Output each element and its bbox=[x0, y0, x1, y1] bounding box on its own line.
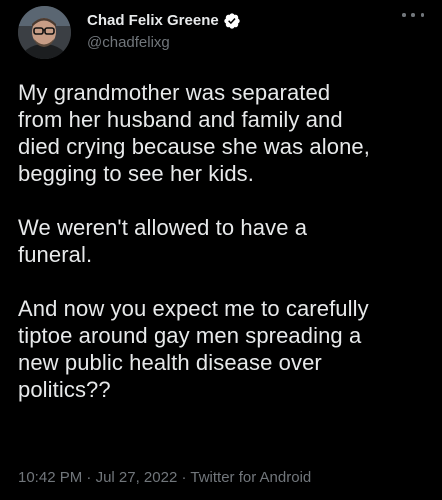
tweet: Chad Felix Greene @chadfelixg My grandmo… bbox=[0, 0, 442, 500]
avatar-image bbox=[18, 6, 71, 59]
tweet-paragraph-3: And now you expect me to carefully tipto… bbox=[18, 296, 369, 402]
tweet-text: My grandmother was separated from her hu… bbox=[18, 79, 428, 430]
tweet-date[interactable]: Jul 27, 2022 bbox=[96, 469, 178, 486]
tweet-source[interactable]: Twitter for Android bbox=[190, 469, 311, 486]
meta-separator-1: · bbox=[82, 469, 96, 486]
tweet-metadata: 10:42 PM · Jul 27, 2022 · Twitter for An… bbox=[18, 468, 311, 488]
display-name[interactable]: Chad Felix Greene bbox=[87, 11, 219, 31]
tweet-time[interactable]: 10:42 PM bbox=[18, 469, 82, 486]
tweet-paragraph-2: We weren't allowed to have a funeral. bbox=[18, 215, 308, 267]
verified-badge-icon bbox=[223, 12, 241, 30]
user-handle[interactable]: @chadfelixg bbox=[87, 33, 241, 53]
author-names: Chad Felix Greene @chadfelixg bbox=[87, 11, 241, 53]
tweet-paragraph-1: My grandmother was separated from her hu… bbox=[18, 80, 370, 186]
meta-separator-2: · bbox=[177, 469, 191, 486]
avatar[interactable] bbox=[18, 6, 71, 59]
display-name-row: Chad Felix Greene bbox=[87, 11, 241, 31]
tweet-header: Chad Felix Greene @chadfelixg bbox=[18, 6, 241, 59]
more-options-icon[interactable] bbox=[402, 8, 424, 22]
